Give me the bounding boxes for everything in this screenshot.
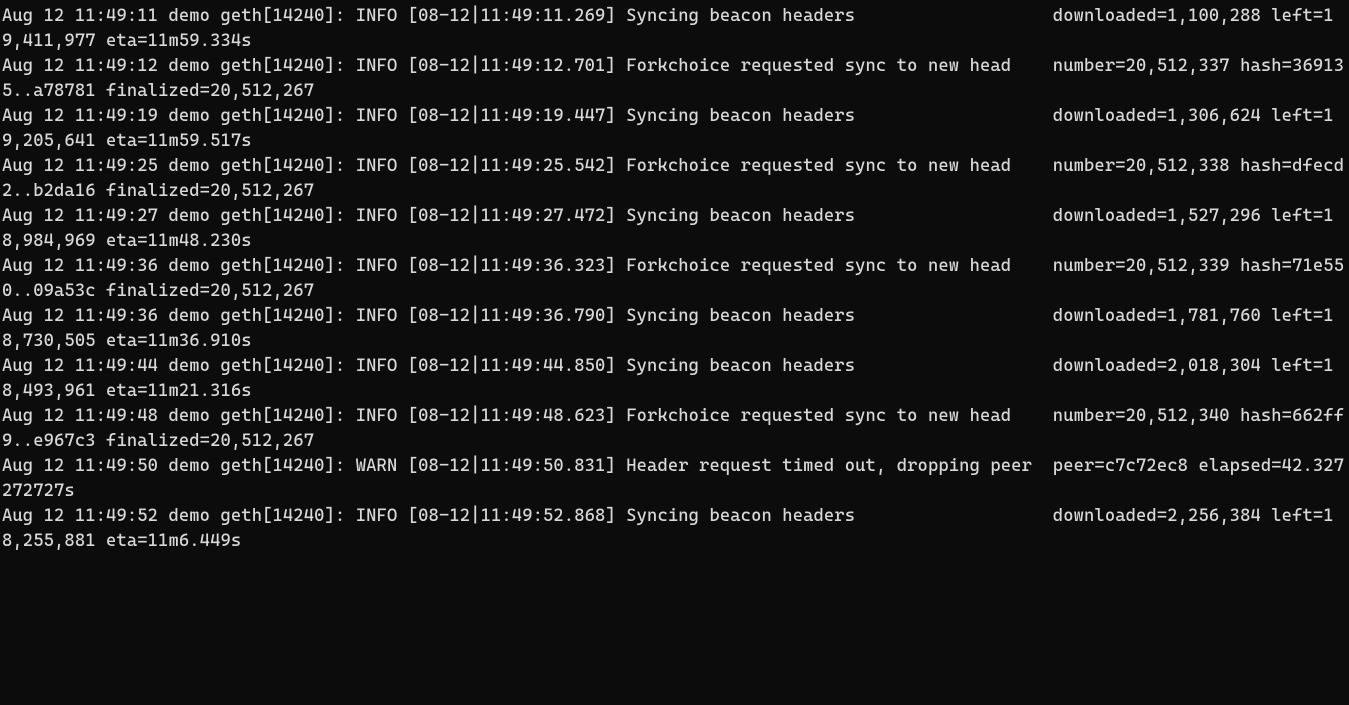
log-line: Aug 12 11:49:48 demo geth[14240]: INFO […	[2, 406, 1344, 451]
log-line: Aug 12 11:49:19 demo geth[14240]: INFO […	[2, 106, 1334, 151]
log-line: Aug 12 11:49:36 demo geth[14240]: INFO […	[2, 256, 1344, 301]
log-line: Aug 12 11:49:50 demo geth[14240]: WARN […	[2, 456, 1344, 501]
log-line: Aug 12 11:49:36 demo geth[14240]: INFO […	[2, 306, 1334, 351]
log-line: Aug 12 11:49:52 demo geth[14240]: INFO […	[2, 506, 1334, 551]
log-line: Aug 12 11:49:12 demo geth[14240]: INFO […	[2, 56, 1344, 101]
log-line: Aug 12 11:49:27 demo geth[14240]: INFO […	[2, 206, 1334, 251]
log-line: Aug 12 11:49:11 demo geth[14240]: INFO […	[2, 6, 1334, 51]
log-line: Aug 12 11:49:25 demo geth[14240]: INFO […	[2, 156, 1344, 201]
terminal-output[interactable]: Aug 12 11:49:11 demo geth[14240]: INFO […	[0, 0, 1349, 554]
log-line: Aug 12 11:49:44 demo geth[14240]: INFO […	[2, 356, 1334, 401]
